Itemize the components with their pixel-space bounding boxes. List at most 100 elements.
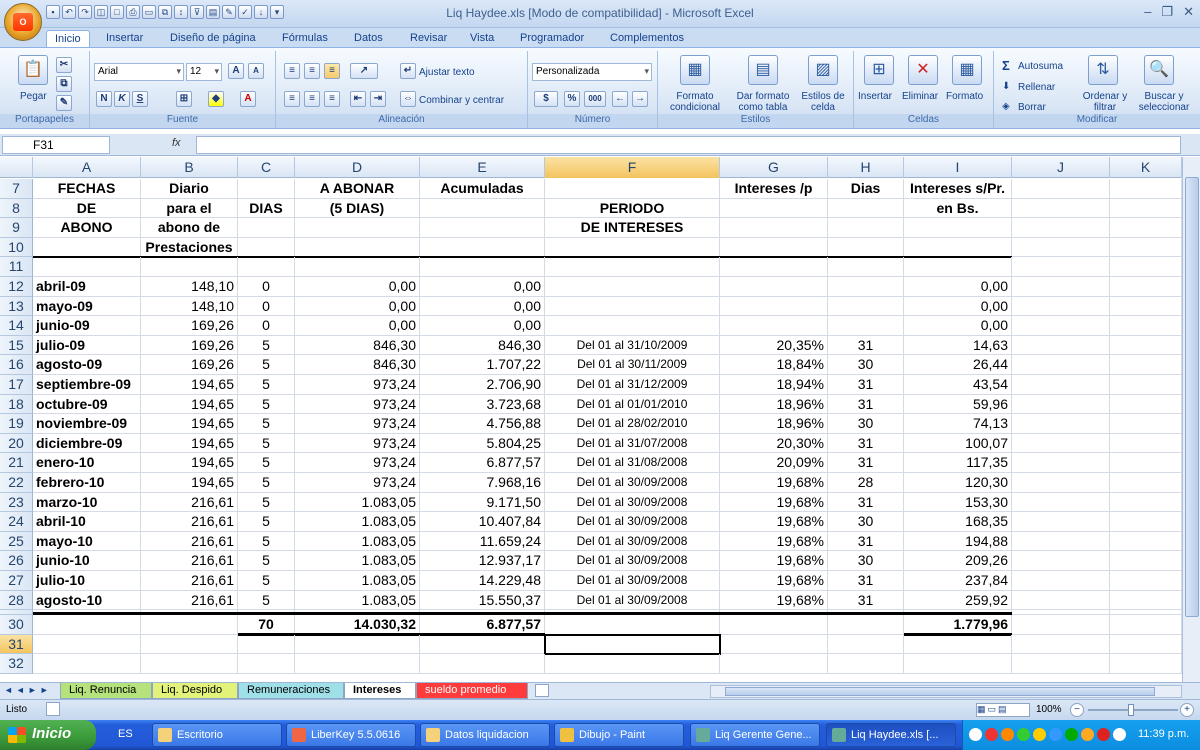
cell-d[interactable]: 1.083,05	[295, 531, 420, 552]
cell-e[interactable]	[420, 237, 545, 258]
vertical-scroll-thumb[interactable]	[1185, 177, 1199, 617]
cell-d[interactable]: 1.083,05	[295, 492, 420, 513]
cell-i[interactable]: 26,44	[904, 355, 1012, 375]
cell-h[interactable]: 30	[828, 414, 904, 434]
cell-b[interactable]: 169,26	[141, 335, 238, 356]
tab-complementos[interactable]: Complementos	[602, 30, 692, 48]
cell-a[interactable]: abril-10	[33, 512, 141, 532]
cell-f[interactable]: Del 01 al 31/12/2009	[545, 375, 720, 395]
cell-k[interactable]	[1110, 198, 1182, 219]
cell-e[interactable]: 0,00	[420, 277, 545, 297]
tab-programador[interactable]: Programador	[512, 30, 592, 48]
cell-f[interactable]	[545, 296, 720, 317]
cell-a[interactable]: junio-10	[33, 551, 141, 571]
cell-h[interactable]: 31	[828, 375, 904, 395]
percent-button[interactable]: %	[564, 91, 580, 107]
cell-e[interactable]	[420, 634, 545, 655]
cell-k[interactable]	[1110, 531, 1182, 552]
row-header[interactable]: 17	[0, 375, 33, 395]
cell-c[interactable]: 0	[238, 277, 295, 297]
cell-k[interactable]	[1110, 296, 1182, 317]
cell-a[interactable]: DE	[33, 198, 141, 219]
cell-k[interactable]	[1110, 237, 1182, 258]
autosum-icon[interactable]: Σ	[1002, 59, 1010, 72]
cell-k[interactable]	[1110, 257, 1182, 277]
row-header[interactable]: 7	[0, 179, 33, 199]
cell-g[interactable]: 18,84%	[720, 355, 828, 375]
align-middle-icon[interactable]: ≡	[304, 63, 320, 79]
cell-j[interactable]	[1012, 257, 1110, 277]
cell-b[interactable]: 216,61	[141, 531, 238, 552]
cell-b[interactable]	[141, 654, 238, 674]
cell-c[interactable]: 5	[238, 473, 295, 493]
sheet-tab[interactable]: Liq. Despido	[152, 683, 238, 699]
cell-g[interactable]	[720, 634, 828, 655]
cell-k[interactable]	[1110, 453, 1182, 473]
cell-g[interactable]	[720, 654, 828, 674]
cell-f[interactable]	[545, 257, 720, 277]
cell-h[interactable]	[828, 237, 904, 258]
row-header[interactable]: 30	[0, 615, 33, 635]
cell-e[interactable]: 15.550,37	[420, 590, 545, 611]
cell-f[interactable]: Del 01 al 31/07/2008	[545, 433, 720, 454]
cell-h[interactable]: 31	[828, 394, 904, 415]
cell-d[interactable]: 846,30	[295, 355, 420, 375]
cell-d[interactable]	[295, 634, 420, 655]
row-header[interactable]: 28	[0, 590, 33, 611]
cell-e[interactable]: 5.804,25	[420, 433, 545, 454]
cell-c[interactable]	[238, 654, 295, 674]
cell-e[interactable]: 2.706,90	[420, 375, 545, 395]
cell-c[interactable]: 5	[238, 414, 295, 434]
shrink-font-icon[interactable]: A	[248, 63, 264, 79]
tab-insertar[interactable]: Insertar	[98, 30, 151, 48]
cut-icon[interactable]: ✂	[56, 57, 72, 73]
cell-i[interactable]: 14,63	[904, 335, 1012, 356]
cell-a[interactable]: ABONO	[33, 218, 141, 238]
cell-e[interactable]: 7.968,16	[420, 473, 545, 493]
cell-b[interactable]: 216,61	[141, 590, 238, 611]
cell-g[interactable]: 19,68%	[720, 512, 828, 532]
row-header[interactable]: 13	[0, 296, 33, 317]
cell-g[interactable]	[720, 257, 828, 277]
cell-c[interactable]: 5	[238, 512, 295, 532]
column-header-g[interactable]: G	[720, 157, 828, 178]
row-header[interactable]: 22	[0, 473, 33, 493]
cell-h[interactable]: 28	[828, 473, 904, 493]
cell-f[interactable]: PERIODO	[545, 198, 720, 219]
cell-b[interactable]: Prestaciones	[141, 237, 238, 258]
borders-icon[interactable]: ⊞	[176, 91, 192, 107]
horizontal-scroll-thumb[interactable]	[725, 687, 1155, 696]
cell-b[interactable]: 169,26	[141, 316, 238, 336]
cell-a[interactable]: mayo-10	[33, 531, 141, 552]
horizontal-scrollbar[interactable]	[710, 685, 1182, 698]
cell-f[interactable]: Del 01 al 30/09/2008	[545, 492, 720, 513]
cell-k[interactable]	[1110, 414, 1182, 434]
cell-d[interactable]: 0,00	[295, 277, 420, 297]
column-header-d[interactable]: D	[295, 157, 420, 178]
italic-button[interactable]: K	[114, 91, 130, 107]
cell-f[interactable]	[545, 277, 720, 297]
cell-d[interactable]: 973,24	[295, 394, 420, 415]
row-header[interactable]: 31	[0, 634, 33, 655]
row-header[interactable]: 27	[0, 571, 33, 591]
sheet-tab[interactable]: sueldo promedio	[416, 683, 528, 699]
row-header[interactable]: 19	[0, 414, 33, 434]
row-header[interactable]: 16	[0, 355, 33, 375]
cell-k[interactable]	[1110, 218, 1182, 238]
cell-i[interactable]	[904, 237, 1012, 258]
cell-b[interactable]: Diario	[141, 179, 238, 199]
cell-i[interactable]: 117,35	[904, 453, 1012, 473]
align-top-icon[interactable]: ≡	[284, 63, 300, 79]
tray-app-icon[interactable]	[1065, 728, 1078, 741]
cell-b[interactable]: 169,26	[141, 355, 238, 375]
cell-i[interactable]: 153,30	[904, 492, 1012, 513]
cell-b[interactable]: 148,10	[141, 277, 238, 297]
cell-h[interactable]	[828, 257, 904, 277]
font-color-icon[interactable]: A	[240, 91, 256, 107]
cell-a[interactable]: mayo-09	[33, 296, 141, 317]
fill-color-icon[interactable]: ◆	[208, 91, 224, 107]
cell-a[interactable]	[33, 257, 141, 277]
autosum-button[interactable]: Autosuma	[1018, 61, 1063, 72]
cell-j[interactable]	[1012, 615, 1110, 635]
cell-j[interactable]	[1012, 492, 1110, 513]
